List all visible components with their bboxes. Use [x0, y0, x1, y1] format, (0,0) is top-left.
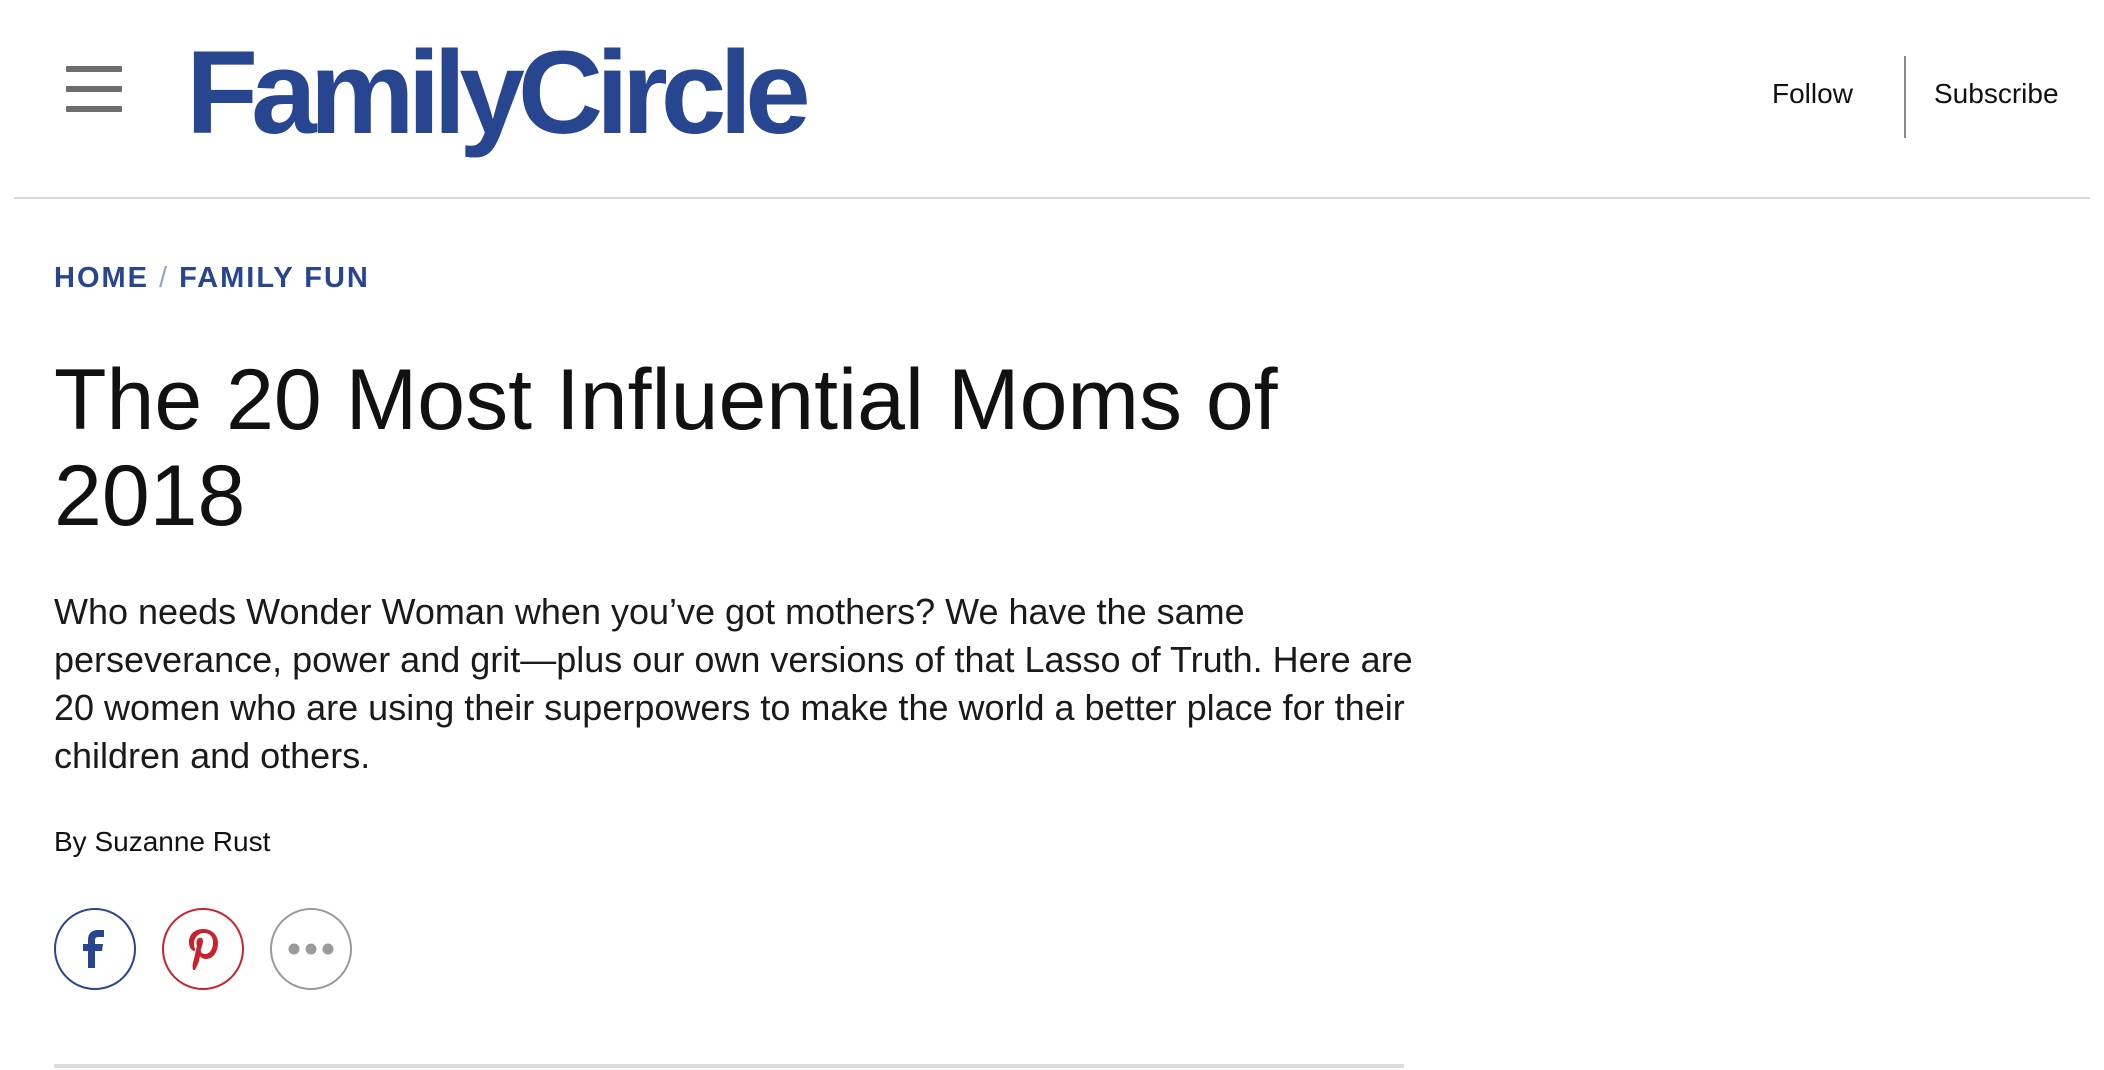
- breadcrumb-family-fun[interactable]: FAMILY FUN: [179, 262, 370, 294]
- menu-bar: [66, 66, 122, 72]
- subscribe-link[interactable]: Subscribe: [1934, 78, 2059, 110]
- social-share-bar: [54, 908, 352, 990]
- site-header: FamilyCircle Follow Subscribe: [0, 0, 2104, 200]
- article-title: The 20 Most Influential Moms of 2018: [54, 352, 1278, 544]
- content-divider: [54, 1064, 1404, 1068]
- facebook-icon: [83, 930, 104, 968]
- facebook-share-button[interactable]: [54, 908, 136, 990]
- breadcrumb-home[interactable]: HOME: [54, 262, 149, 294]
- article-byline: By Suzanne Rust: [54, 826, 271, 857]
- breadcrumb-separator: /: [159, 262, 170, 294]
- pinterest-share-button[interactable]: [162, 908, 244, 990]
- pinterest-icon: [189, 929, 218, 970]
- nav-divider: [1904, 56, 1906, 138]
- article-dek: Who needs Wonder Woman when you’ve got m…: [54, 591, 1413, 776]
- breadcrumb: HOME / FAMILY FUN: [54, 262, 370, 295]
- site-logo[interactable]: FamilyCircle: [186, 18, 811, 168]
- header-divider: [14, 197, 2090, 199]
- hamburger-menu-icon[interactable]: [66, 66, 122, 112]
- follow-link[interactable]: Follow: [1772, 78, 1853, 110]
- more-share-button[interactable]: [270, 908, 352, 990]
- menu-bar: [66, 106, 122, 112]
- menu-bar: [66, 86, 122, 92]
- more-dots-icon: [288, 943, 334, 955]
- page: FamilyCircle Follow Subscribe HOME / FAMIL…: [0, 0, 2104, 1070]
